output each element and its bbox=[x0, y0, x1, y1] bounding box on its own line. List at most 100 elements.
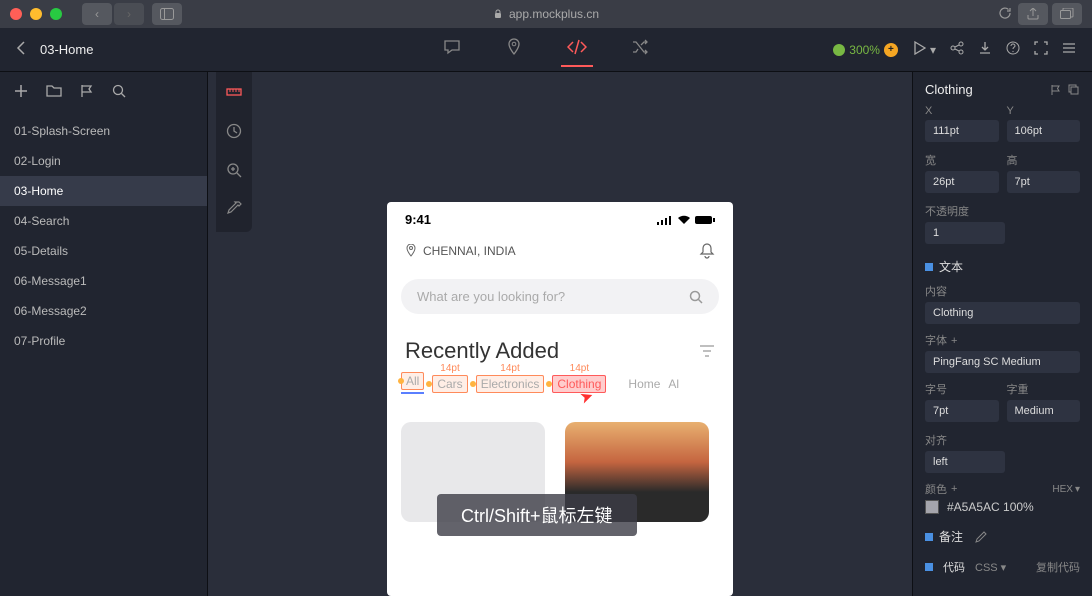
location-text[interactable]: CHENNAI, INDIA bbox=[405, 244, 516, 258]
section-marker-icon bbox=[925, 533, 933, 541]
nav-buttons: ‹ › bbox=[82, 3, 182, 25]
align-row: 对齐 left bbox=[925, 432, 1080, 473]
sidebar-item-home[interactable]: 03-Home bbox=[0, 176, 207, 206]
edit-note-button[interactable] bbox=[975, 531, 987, 543]
pin-mode-button[interactable] bbox=[499, 32, 529, 67]
help-button[interactable] bbox=[1006, 41, 1020, 58]
flag-button[interactable] bbox=[80, 84, 94, 101]
height-input[interactable] bbox=[1007, 171, 1081, 193]
filter-icon[interactable] bbox=[699, 345, 715, 357]
search-input[interactable]: What are you looking for? bbox=[401, 279, 719, 314]
sidebar-item-details[interactable]: 05-Details bbox=[0, 236, 207, 266]
color-value-row[interactable]: #A5A5AC 100% bbox=[925, 500, 1080, 514]
play-icon bbox=[912, 41, 926, 55]
url-bar[interactable]: app.mockplus.cn bbox=[493, 7, 599, 21]
eyedropper-tool[interactable] bbox=[222, 197, 246, 224]
cat-home[interactable]: Home bbox=[628, 377, 660, 391]
add-color-button[interactable]: + bbox=[951, 483, 957, 495]
panel-title-icons bbox=[1050, 84, 1080, 96]
cat-clothing[interactable]: 14pt Clothing ➤ bbox=[552, 377, 606, 391]
history-tool[interactable] bbox=[222, 119, 246, 146]
zoom-value: 300% bbox=[849, 43, 880, 57]
sidebar-toggle-button[interactable] bbox=[152, 3, 182, 25]
width-input[interactable] bbox=[925, 171, 999, 193]
search-pages-button[interactable] bbox=[112, 84, 126, 101]
sidebar-item-search[interactable]: 04-Search bbox=[0, 206, 207, 236]
selected-element-title: Clothing bbox=[925, 82, 973, 97]
align-value[interactable]: left bbox=[925, 451, 1005, 473]
reload-button[interactable] bbox=[998, 6, 1012, 23]
sidebar-item-message2[interactable]: 06-Message2 bbox=[0, 296, 207, 326]
close-window[interactable] bbox=[10, 8, 22, 20]
code-type-dropdown[interactable]: CSS ▾ bbox=[975, 561, 1006, 574]
folder-button[interactable] bbox=[46, 84, 62, 101]
sidebar-item-profile[interactable]: 07-Profile bbox=[0, 326, 207, 356]
page-list: 01-Splash-Screen 02-Login 03-Home 04-Sea… bbox=[0, 112, 207, 360]
sidebar-item-login[interactable]: 02-Login bbox=[0, 146, 207, 176]
main-layout: 01-Splash-Screen 02-Login 03-Home 04-Sea… bbox=[0, 72, 1092, 596]
color-value: #A5A5AC 100% bbox=[947, 500, 1034, 514]
tabs-icon bbox=[1060, 8, 1074, 20]
sidebar-icon bbox=[160, 8, 174, 20]
y-input[interactable] bbox=[1007, 120, 1081, 142]
app-toolbar: 03-Home 300% + ▾ bbox=[0, 28, 1092, 72]
search-icon bbox=[112, 84, 126, 98]
add-page-button[interactable] bbox=[14, 84, 28, 101]
canvas-area[interactable]: 9:41 CHENNAI, INDIA What are you looking… bbox=[208, 72, 912, 596]
copy-code-button[interactable]: 复制代码 bbox=[1036, 559, 1080, 575]
search-placeholder: What are you looking for? bbox=[417, 289, 565, 304]
cat-cars[interactable]: 14pt Cars bbox=[432, 377, 467, 391]
color-format-dropdown[interactable]: HEX ▾ bbox=[1052, 484, 1080, 495]
minimize-window[interactable] bbox=[30, 8, 42, 20]
shortcut-hint: Ctrl/Shift+鼠标左键 bbox=[437, 494, 637, 536]
x-input[interactable] bbox=[925, 120, 999, 142]
play-dropdown[interactable]: ▾ bbox=[930, 43, 936, 57]
zoom-dot-icon bbox=[833, 44, 845, 56]
fullscreen-button[interactable] bbox=[1034, 41, 1048, 58]
phone-artboard[interactable]: 9:41 CHENNAI, INDIA What are you looking… bbox=[387, 202, 733, 596]
location-icon bbox=[505, 38, 523, 56]
share-button[interactable] bbox=[950, 41, 964, 58]
share-window-button[interactable] bbox=[1018, 3, 1048, 25]
play-button[interactable] bbox=[912, 41, 926, 58]
height-label: 高 bbox=[1007, 152, 1081, 168]
font-size-input[interactable] bbox=[925, 400, 999, 422]
toolbar-left: 03-Home bbox=[16, 41, 93, 58]
bell-icon[interactable] bbox=[699, 243, 715, 259]
sidebar-item-message1[interactable]: 06-Message1 bbox=[0, 266, 207, 296]
font-weight-input[interactable] bbox=[1007, 400, 1081, 422]
flag-icon[interactable] bbox=[1050, 84, 1062, 96]
flag-icon bbox=[80, 84, 94, 98]
signal-icon bbox=[657, 215, 673, 225]
font-input[interactable] bbox=[925, 351, 1080, 373]
zoom-tool[interactable] bbox=[222, 158, 246, 185]
nav-forward-button[interactable]: › bbox=[114, 3, 144, 25]
comment-mode-button[interactable] bbox=[437, 32, 467, 67]
fullscreen-icon bbox=[1034, 41, 1048, 55]
cat-electronics[interactable]: 14pt Electronics bbox=[476, 377, 545, 391]
category-row: All 14pt Cars 14pt Electronics 14pt Clot… bbox=[387, 374, 733, 394]
opacity-input[interactable] bbox=[925, 222, 1005, 244]
download-button[interactable] bbox=[978, 41, 992, 58]
zoom-indicator[interactable]: 300% + bbox=[833, 43, 898, 57]
cat-al[interactable]: Al bbox=[668, 377, 679, 391]
menu-button[interactable] bbox=[1062, 41, 1076, 58]
code-mode-button[interactable] bbox=[561, 32, 593, 67]
recent-title: Recently Added bbox=[405, 338, 559, 364]
maximize-window[interactable] bbox=[50, 8, 62, 20]
panel-title-row: Clothing bbox=[925, 82, 1080, 97]
flow-mode-button[interactable] bbox=[625, 32, 655, 67]
cat-all[interactable]: All bbox=[401, 374, 424, 394]
nav-back-button[interactable]: ‹ bbox=[82, 3, 112, 25]
plus-icon bbox=[14, 84, 28, 98]
color-swatch[interactable] bbox=[925, 500, 939, 514]
sidebar-item-splash[interactable]: 01-Splash-Screen bbox=[0, 116, 207, 146]
add-font-button[interactable]: + bbox=[951, 335, 957, 347]
content-input[interactable] bbox=[925, 302, 1080, 324]
help-icon bbox=[1006, 41, 1020, 55]
clock-icon bbox=[226, 123, 242, 139]
back-button[interactable] bbox=[16, 41, 26, 58]
tabs-window-button[interactable] bbox=[1052, 3, 1082, 25]
copy-icon[interactable] bbox=[1068, 84, 1080, 96]
ruler-tool[interactable] bbox=[222, 80, 246, 107]
